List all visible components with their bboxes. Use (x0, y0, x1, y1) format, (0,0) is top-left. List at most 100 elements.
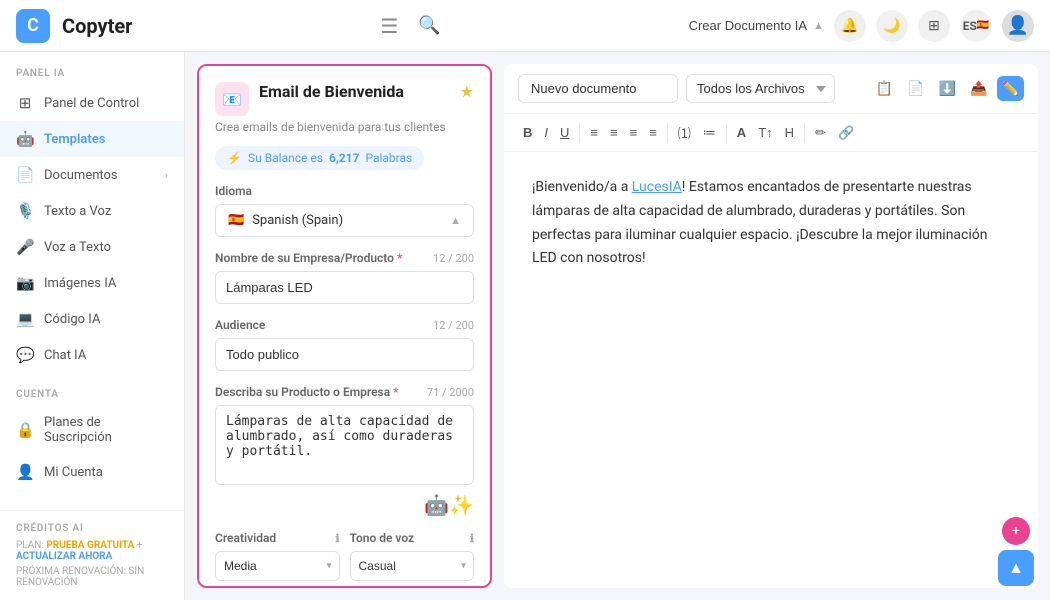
cuenta-label: CUENTA (0, 373, 184, 406)
format-align-right-button[interactable]: ≡ (625, 122, 643, 143)
edit-doc-button[interactable]: ✏️ (997, 76, 1024, 101)
notification-float-button[interactable]: + (1002, 517, 1030, 545)
creatividad-tono-row: Creatividad ℹ Media ▾ Tono de voz ℹ (215, 531, 474, 581)
balance-unit: Palabras (365, 151, 412, 165)
document-name-input[interactable] (518, 74, 678, 103)
sidebar-item-imagenes-label: Imágenes IA (44, 276, 116, 291)
fullscreen-icon[interactable]: ⊞ (918, 10, 950, 42)
sidebar-item-texto-voz[interactable]: 🎙️ Texto a Voz (0, 193, 184, 229)
form-title: Email de Bienvenida (259, 82, 450, 101)
plan-info: PLAN: PRUEBA GRATUITA + ACTUALIZAR AHORA (16, 540, 168, 562)
archive-select[interactable]: Todos los Archivos (686, 74, 835, 103)
sidebar-item-planes-label: Planes de Suscripción (44, 415, 168, 445)
empresa-input[interactable] (215, 271, 474, 304)
prueba-gratuita-link[interactable]: PRUEBA GRATUITA (46, 540, 134, 551)
sidebar-item-codigo-ia[interactable]: 💻 Código IA (0, 301, 184, 337)
notifications-icon[interactable]: 🔔 (834, 10, 866, 42)
format-font-color-button[interactable]: A (732, 122, 751, 143)
sidebar-item-documentos[interactable]: 📄 Documentos › (0, 157, 184, 193)
search-icon[interactable]: 🔍 (418, 15, 440, 36)
sidebar-item-imagenes-ia[interactable]: 📷 Imágenes IA (0, 265, 184, 301)
format-brush-button[interactable]: ✏ (810, 122, 831, 144)
creatividad-info-icon[interactable]: ℹ (335, 532, 339, 545)
editor-content[interactable]: ¡Bienvenido/a a LucesIA! Estamos encanta… (504, 152, 1038, 588)
form-panel: 📧 Email de Bienvenida ★ Crea emails de b… (197, 64, 492, 588)
format-align-center-button[interactable]: ≡ (605, 122, 623, 143)
descripcion-count: 71 / 2000 (427, 386, 474, 399)
editor-toolbar-top: Todos los Archivos 📋 📄 ⬇️ 📤 ✏️ (504, 64, 1038, 114)
language-selector[interactable]: ES 🇪🇸 (960, 10, 992, 42)
audience-label: Audience 12 / 200 (215, 318, 474, 332)
balance-value: 6,217 (329, 151, 360, 165)
format-underline-button[interactable]: U (555, 122, 574, 143)
favorite-star-icon[interactable]: ★ (460, 82, 474, 101)
share-doc-button[interactable]: 📤 (965, 76, 992, 101)
language-value: Spanish (Spain) (252, 213, 343, 228)
creatividad-select[interactable]: Media (215, 551, 340, 581)
idioma-label: Idioma (215, 184, 474, 198)
sidebar-item-chat-ia[interactable]: 💬 Chat IA (0, 337, 184, 373)
descripcion-group: Describa su Producto o Empresa * 71 / 20… (215, 385, 474, 517)
sidebar-item-mi-cuenta[interactable]: 👤 Mi Cuenta (0, 454, 184, 490)
creditos-label: CRÉDITOS AI (16, 523, 168, 540)
audience-input[interactable] (215, 338, 474, 371)
user-avatar[interactable]: 👤 (1002, 10, 1034, 42)
sidebar-item-planes[interactable]: 🔒 Planes de Suscripción (0, 406, 184, 454)
sidebar-item-voz-texto[interactable]: 🎤 Voz a Texto (0, 229, 184, 265)
sidebar-item-chat-label: Chat IA (44, 348, 86, 363)
format-bold-button[interactable]: B (518, 122, 537, 143)
logo-icon: C (16, 9, 50, 43)
main-layout: PANEL IA ⊞ Panel de Control 🤖 Templates … (0, 52, 1050, 600)
copy-doc-button[interactable]: 📋 (871, 76, 898, 101)
texto-voz-icon: 🎙️ (16, 202, 34, 220)
descripcion-label: Describa su Producto o Empresa * 71 / 20… (215, 385, 474, 399)
menu-icon[interactable]: ☰ (380, 14, 398, 38)
tono-info-icon[interactable]: ℹ (470, 532, 474, 545)
format-ul-button[interactable]: ≔ (698, 122, 721, 144)
scroll-top-float-button[interactable]: ▲ (998, 550, 1034, 586)
sidebar-item-mi-cuenta-label: Mi Cuenta (44, 465, 103, 480)
planes-icon: 🔒 (16, 421, 34, 439)
actualizar-link[interactable]: ACTUALIZAR AHORA (16, 551, 112, 562)
creatividad-col: Creatividad ℹ Media ▾ (215, 531, 340, 581)
sidebar-item-documentos-label: Documentos (44, 168, 118, 183)
ai-badge: 🤖✨ (215, 493, 474, 517)
descripcion-textarea[interactable]: Lámparas de alta capacidad de alumbrado,… (215, 405, 474, 485)
form-header: 📧 Email de Bienvenida ★ (215, 82, 474, 116)
format-font-size-button[interactable]: T↑ (753, 122, 777, 143)
documentos-arrow-icon: › (165, 169, 168, 182)
format-heading-button[interactable]: H (780, 122, 799, 143)
editor-panel: Todos los Archivos 📋 📄 ⬇️ 📤 ✏️ B I U (504, 64, 1038, 588)
audience-group: Audience 12 / 200 (215, 318, 474, 371)
sidebar-item-templates-label: Templates (44, 132, 105, 147)
download-doc-button[interactable]: ⬇️ (934, 76, 961, 101)
crear-documento-button[interactable]: Crear Documento IA ▲ (689, 18, 824, 33)
voz-texto-icon: 🎤 (16, 238, 34, 256)
format-align-justify-button[interactable]: ≡ (644, 122, 662, 143)
duplicate-doc-button[interactable]: 📄 (902, 76, 929, 101)
mi-cuenta-icon: 👤 (16, 463, 34, 481)
tono-select[interactable]: Casual (350, 551, 475, 581)
logo-text: Copyter (62, 14, 132, 38)
panel-control-icon: ⊞ (16, 94, 34, 112)
format-link-button[interactable]: 🔗 (833, 122, 859, 144)
templates-icon: 🤖 (16, 130, 34, 148)
sidebar-item-templates[interactable]: 🤖 Templates (0, 121, 184, 157)
form-template-icon: 📧 (215, 82, 249, 116)
ai-assist-icon[interactable]: 🤖✨ (424, 493, 474, 517)
dark-mode-icon[interactable]: 🌙 (876, 10, 908, 42)
imagenes-icon: 📷 (16, 274, 34, 292)
panel-ia-label: PANEL IA (0, 52, 184, 85)
empresa-group: Nombre de su Empresa/Producto * 12 / 200 (215, 251, 474, 304)
sidebar-item-panel-control[interactable]: ⊞ Panel de Control (0, 85, 184, 121)
format-italic-button[interactable]: I (539, 122, 553, 143)
form-subtitle: Crea emails de bienvenida para tus clien… (215, 120, 474, 134)
sidebar-bottom: CRÉDITOS AI PLAN: PRUEBA GRATUITA + ACTU… (0, 510, 184, 600)
luces-ia-link[interactable]: LucesIA (632, 179, 682, 195)
format-ol-button[interactable]: ⑴ (673, 120, 696, 145)
documentos-icon: 📄 (16, 166, 34, 184)
idioma-select[interactable]: 🇪🇸 Spanish (Spain) ▲ (215, 204, 474, 237)
format-align-left-button[interactable]: ≡ (585, 122, 603, 143)
balance-label: Su Balance es (248, 151, 323, 165)
content-area: 📧 Email de Bienvenida ★ Crea emails de b… (185, 52, 1050, 600)
